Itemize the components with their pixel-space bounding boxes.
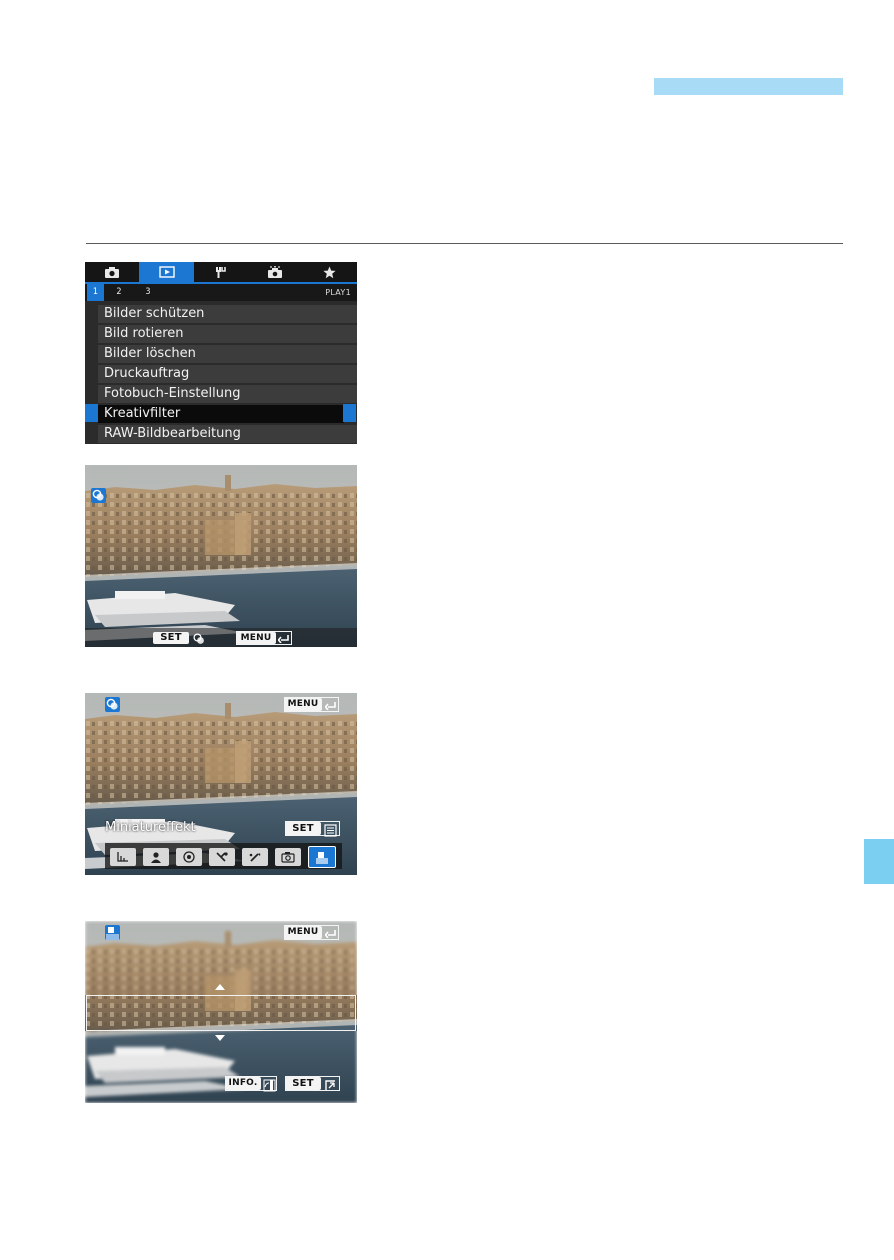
creative-filter-icon bbox=[105, 697, 120, 712]
subtab-1[interactable]: 1 bbox=[87, 284, 104, 301]
miniature-filter-icon bbox=[105, 925, 120, 940]
menu-page-label: PLAY1 bbox=[325, 288, 351, 297]
wrench-icon bbox=[216, 267, 226, 278]
grainy-bw-filter-icon[interactable] bbox=[110, 848, 136, 866]
star-icon bbox=[323, 266, 336, 278]
return-arrow-icon bbox=[324, 698, 338, 713]
tab-my-menu[interactable] bbox=[303, 262, 357, 282]
toy-camera-filter-icon[interactable] bbox=[275, 848, 301, 866]
horizontal-rule bbox=[86, 243, 843, 244]
menu-item-rotate[interactable]: Bild rotieren bbox=[98, 325, 357, 343]
return-arrow-icon bbox=[277, 631, 291, 646]
adjust-settings-icon bbox=[324, 822, 337, 837]
camera-menu-screen: 1 2 3 PLAY1 Bilder schützen Bild rotiere… bbox=[85, 262, 357, 444]
miniature-adjust-screen: MENU INFO. SET bbox=[85, 921, 357, 1103]
selection-marker-left bbox=[85, 404, 98, 422]
camera-icon bbox=[105, 267, 120, 278]
confirm-position-icon bbox=[324, 1077, 337, 1090]
move-up-arrow-icon bbox=[215, 984, 225, 990]
tab-setup[interactable] bbox=[194, 262, 248, 282]
tab-playback[interactable] bbox=[139, 262, 194, 282]
subtab-2[interactable]: 2 bbox=[112, 284, 126, 301]
image-select-screen: SET MENU bbox=[85, 465, 357, 647]
water-painting-filter-icon[interactable] bbox=[242, 848, 268, 866]
selection-marker-right bbox=[343, 404, 356, 422]
menu-item-protect[interactable]: Bilder schützen bbox=[98, 305, 357, 323]
focus-frame[interactable] bbox=[86, 995, 356, 1031]
filter-name-label: Miniatureffekt bbox=[105, 820, 196, 835]
menu-item-erase[interactable]: Bilder löschen bbox=[98, 345, 357, 363]
rotate-frame-icon bbox=[263, 1077, 276, 1092]
menu-item-raw-processing[interactable]: RAW-Bildbearbeitung bbox=[98, 425, 357, 443]
harbor-photo bbox=[85, 465, 357, 647]
tab-custom-functions[interactable] bbox=[248, 262, 302, 282]
menu-item-creative-filter[interactable]: Kreativfilter bbox=[98, 405, 344, 423]
return-arrow-icon bbox=[324, 926, 338, 941]
custom-camera-icon bbox=[268, 265, 283, 278]
play-icon bbox=[158, 266, 175, 278]
filter-icon-strip bbox=[105, 843, 342, 869]
creative-filter-small-icon bbox=[192, 631, 206, 645]
filter-select-screen: MENU Miniatureffekt SET bbox=[85, 693, 357, 875]
menu-subtabs: 1 2 3 PLAY1 bbox=[85, 284, 357, 301]
menu-item-print-order[interactable]: Druckauftrag bbox=[98, 365, 357, 383]
soft-focus-filter-icon[interactable] bbox=[143, 848, 169, 866]
tab-shooting[interactable] bbox=[85, 262, 139, 282]
miniature-filter-icon[interactable] bbox=[308, 846, 336, 868]
bottom-guide-bar bbox=[85, 628, 357, 647]
menu-item-photobook[interactable]: Fotobuch-Einstellung bbox=[98, 385, 357, 403]
subtab-3[interactable]: 3 bbox=[141, 284, 155, 301]
chapter-side-tab bbox=[864, 839, 894, 884]
menu-item-list: Bilder schützen Bild rotieren Bilder lös… bbox=[85, 305, 357, 444]
menu-tab-bar bbox=[85, 262, 357, 282]
creative-filter-icon bbox=[91, 488, 106, 503]
set-button[interactable]: SET bbox=[153, 632, 189, 644]
art-bold-filter-icon[interactable] bbox=[209, 848, 235, 866]
move-down-arrow-icon bbox=[215, 1035, 225, 1041]
section-header-bar bbox=[654, 78, 843, 95]
fisheye-filter-icon[interactable] bbox=[176, 848, 202, 866]
